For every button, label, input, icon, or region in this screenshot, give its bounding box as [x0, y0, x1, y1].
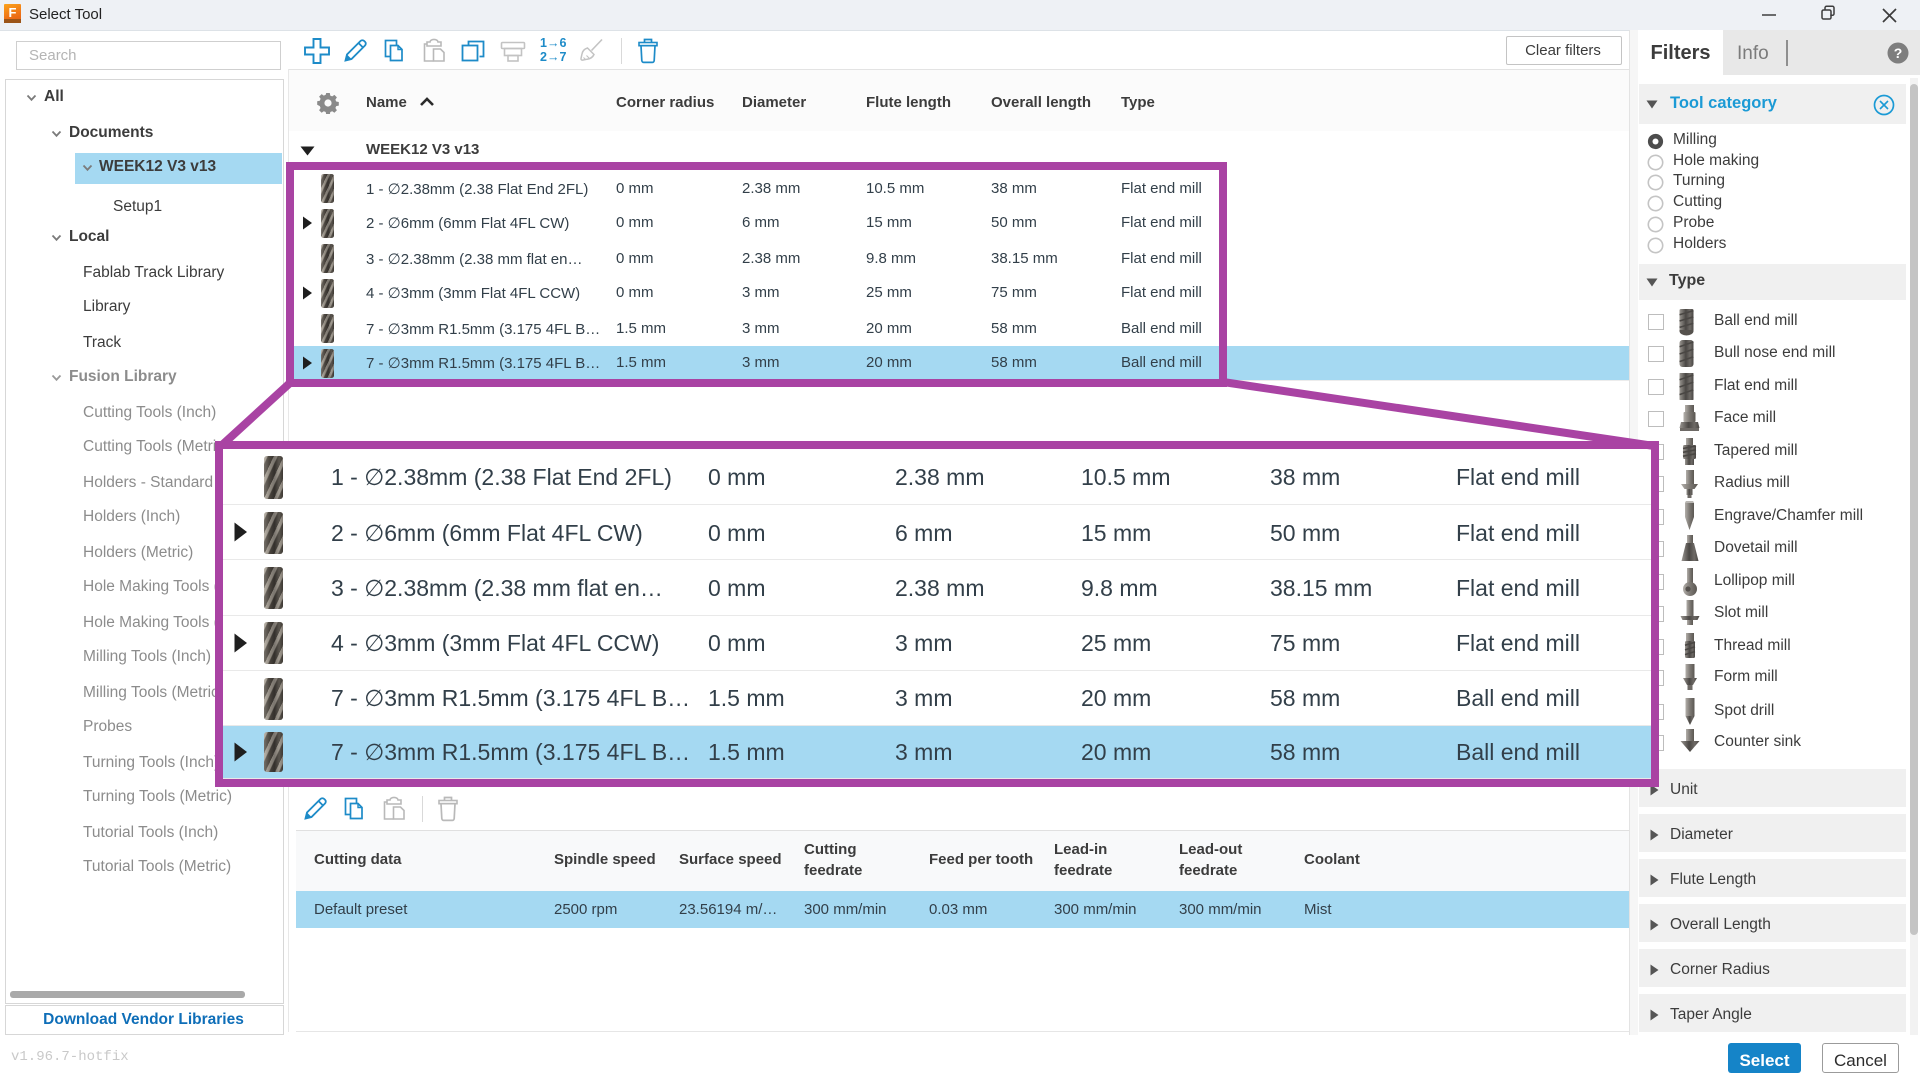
svg-text:?: ?: [1894, 45, 1903, 61]
